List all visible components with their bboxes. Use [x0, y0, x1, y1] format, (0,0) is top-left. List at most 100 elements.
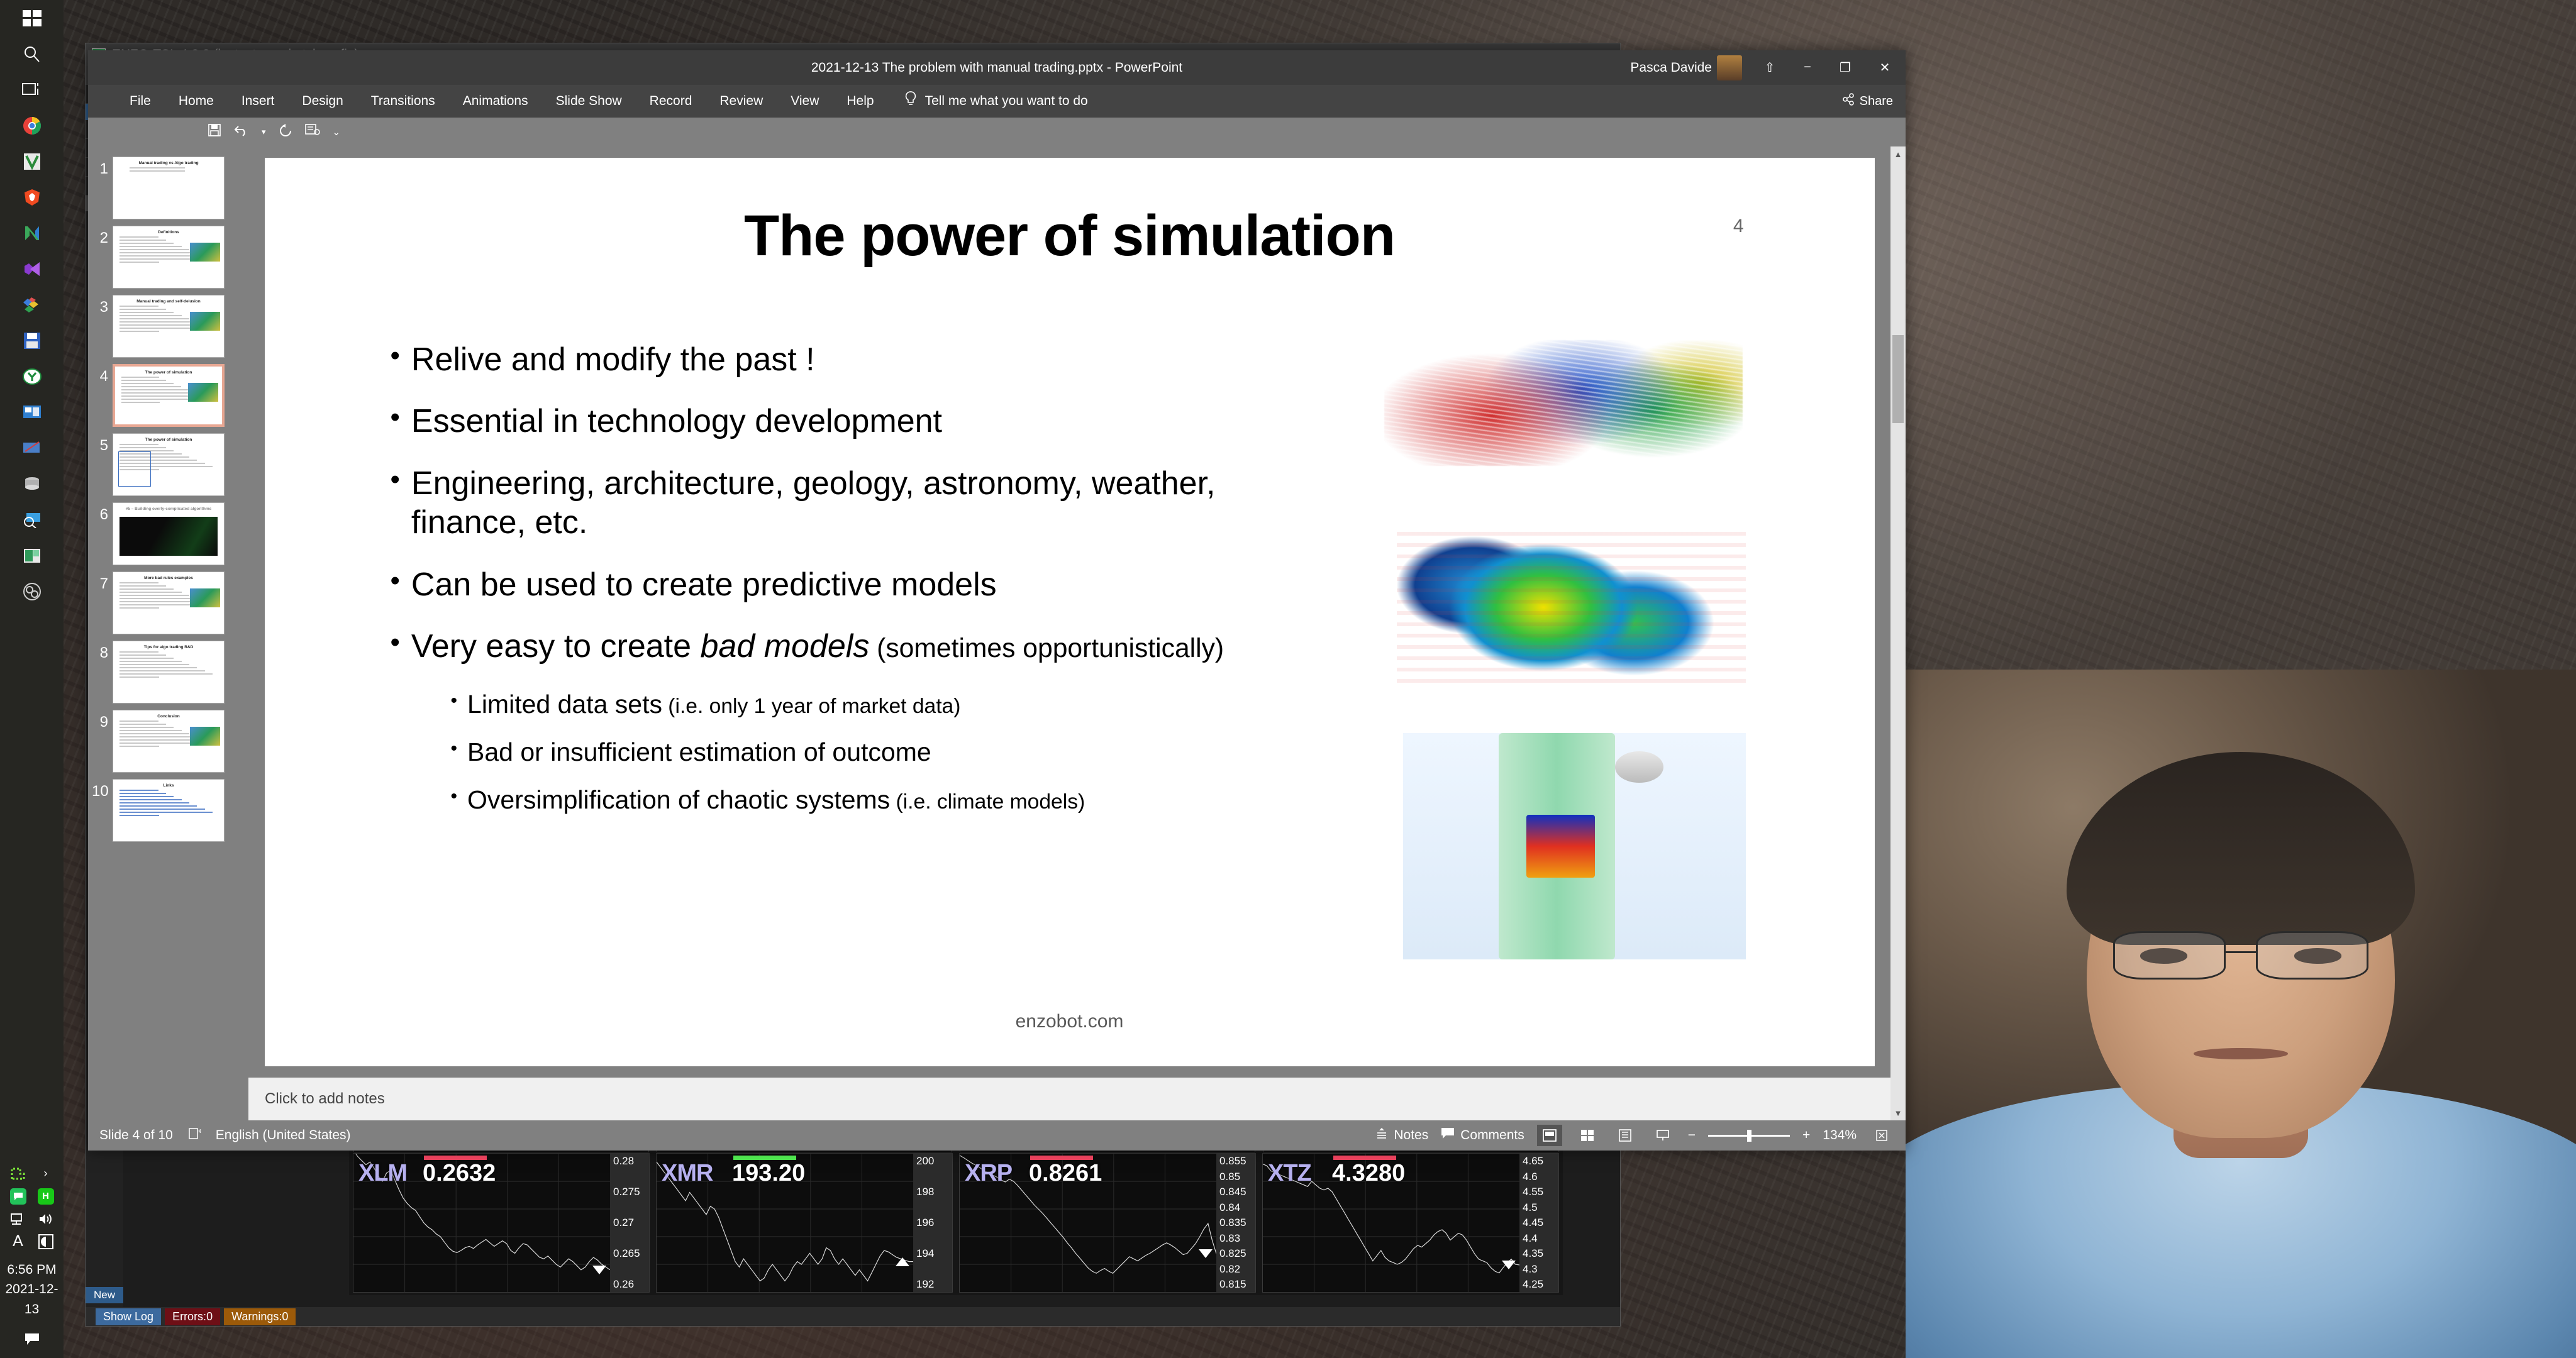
neovim-icon[interactable] [0, 215, 64, 251]
thumbnail-row[interactable]: 6 #5 – Building overly-complicated algori… [92, 502, 248, 565]
zoom-slider[interactable] [1708, 1129, 1790, 1142]
thumbnail-row[interactable]: 10 Links [92, 779, 248, 842]
account-name[interactable]: Pasca Davide [1630, 60, 1717, 75]
visual-studio-icon[interactable] [0, 251, 64, 287]
notes-button[interactable]: Notes [1375, 1127, 1428, 1144]
thumbnail-row[interactable]: 8 Tips for algo trading R&D [92, 641, 248, 704]
slideshow-icon[interactable] [1650, 1125, 1675, 1146]
slide-thumbnail-5[interactable]: The power of simulation [113, 433, 225, 496]
tab-insert[interactable]: Insert [228, 85, 289, 118]
avatar[interactable] [1717, 55, 1742, 80]
scroll-down-arrow-icon[interactable]: ▼ [1890, 1105, 1906, 1120]
paint-icon[interactable] [0, 287, 64, 323]
app-y-icon[interactable] [0, 358, 64, 394]
slide-thumbnail-3[interactable]: Manual trading and self-delusion [113, 295, 225, 358]
remote-desktop-icon[interactable] [0, 394, 64, 430]
save-icon[interactable] [208, 123, 221, 141]
zoom-level[interactable]: 134% [1823, 1128, 1857, 1143]
restore-button[interactable]: ❐ [1826, 50, 1864, 85]
tab-view[interactable]: View [777, 85, 833, 118]
tab-record[interactable]: Record [636, 85, 706, 118]
scrollbar-thumb[interactable] [1892, 335, 1904, 423]
thumbnail-row[interactable]: 4 The power of simulation [92, 364, 248, 427]
undo-icon[interactable] [234, 124, 249, 140]
thumbnail-row[interactable]: 7 More bad rules examples [92, 571, 248, 634]
tray-chat-icon[interactable] [6, 1186, 31, 1207]
close-button[interactable]: ✕ [1864, 50, 1906, 85]
warnings-badge[interactable]: Warnings:0 [224, 1308, 296, 1325]
thumbnail-row[interactable]: 9 Conclusion [92, 710, 248, 773]
tab-file[interactable]: File [116, 85, 165, 118]
slide-counter[interactable]: Slide 4 of 10 [99, 1128, 173, 1143]
obs-icon[interactable] [0, 573, 64, 609]
tab-home[interactable]: Home [165, 85, 228, 118]
tab-transitions[interactable]: Transitions [357, 85, 449, 118]
vim-icon[interactable] [0, 143, 64, 179]
database-icon[interactable] [0, 466, 64, 502]
ribbon-display-options-icon[interactable]: ⇧ [1751, 50, 1789, 85]
editor-icon[interactable] [0, 430, 64, 466]
powerpoint-icon[interactable] [0, 538, 64, 573]
search-icon[interactable] [0, 36, 64, 72]
slide-thumbnail-panel[interactable]: 1 Manual trading vs Algo trading 2 Definiti… [88, 146, 248, 1120]
current-slide[interactable]: 4 The power of simulation • Relive and mo… [264, 158, 1875, 1066]
tab-design[interactable]: Design [288, 85, 357, 118]
brave-icon[interactable] [0, 179, 64, 215]
ticker-xmr[interactable]: XMR193.2020019819619419215.2 [656, 1136, 953, 1293]
tray-h-icon[interactable]: H [33, 1186, 58, 1207]
slide-thumbnail-6[interactable]: #5 – Building overly-complicated algorit… [113, 502, 225, 565]
thumbnail-row[interactable]: 3 Manual trading and self-delusion [92, 295, 248, 358]
ticker-xtz[interactable]: XTZ 4.3280 4.65 4.6 4.55 4.5 4.45 4.4 4.35 4.3 4.2… [1262, 1136, 1559, 1293]
slide-thumbnail-2[interactable]: Definitions [113, 226, 225, 289]
slide-thumbnail-10[interactable]: Links [113, 779, 225, 842]
share-button[interactable]: Share [1842, 93, 1893, 109]
comments-button[interactable]: Comments [1441, 1127, 1524, 1144]
normal-view-icon[interactable] [1536, 1125, 1562, 1146]
magnifier-app-icon[interactable] [0, 502, 64, 538]
undo-dropdown-icon[interactable]: ▾ [262, 127, 266, 137]
tray-expand-icon[interactable]: › [33, 1163, 58, 1184]
slide-thumbnail-1[interactable]: Manual trading vs Algo trading [113, 157, 225, 219]
tray-volume-icon[interactable] [33, 1208, 58, 1230]
tab-animations[interactable]: Animations [449, 85, 542, 118]
slide-thumbnail-7[interactable]: More bad rules examples [113, 571, 225, 634]
notification-center-icon[interactable] [0, 1320, 64, 1358]
powerpoint-window[interactable]: 2021-12-13 The problem with manual tradi… [88, 50, 1906, 1151]
ticker-xrp[interactable]: XRP 0.8261 0.855 0.85 0.845 0.84 0.835 0.83 0.82… [959, 1136, 1256, 1293]
notes-pane[interactable]: Click to add notes [248, 1078, 1890, 1120]
show-log-button[interactable]: Show Log [96, 1308, 162, 1325]
fit-to-window-icon[interactable] [1869, 1125, 1894, 1146]
tray-network-icon[interactable] [6, 1208, 31, 1230]
tray-brightness-icon[interactable] [33, 1231, 58, 1252]
slide-thumbnail-9[interactable]: Conclusion [113, 710, 225, 773]
slide-vertical-scrollbar[interactable]: ▲ ▼ [1890, 146, 1906, 1120]
slide-thumbnail-8[interactable]: Tips for algo trading R&D [113, 641, 225, 704]
enzo-new-button[interactable]: New [86, 1287, 123, 1303]
start-presentation-icon[interactable] [304, 123, 320, 141]
tray-green-app-icon[interactable] [6, 1163, 31, 1184]
tell-me-search[interactable]: Tell me what you want to do [888, 91, 1088, 111]
windows-start-icon[interactable] [0, 0, 64, 36]
thumbnail-row[interactable]: 2 Definitions [92, 226, 248, 289]
zoom-out-button[interactable]: − [1688, 1128, 1696, 1143]
thumbnail-row[interactable]: 5 The power of simulation [92, 433, 248, 496]
zoom-slider-knob[interactable] [1747, 1129, 1752, 1142]
scroll-up-arrow-icon[interactable]: ▲ [1890, 146, 1906, 162]
accessibility-icon[interactable]: ✻ [188, 1127, 203, 1144]
minimize-button[interactable]: − [1789, 50, 1826, 85]
errors-badge[interactable]: Errors:0 [165, 1308, 221, 1325]
tab-review[interactable]: Review [706, 85, 777, 118]
save-app-icon[interactable] [0, 323, 64, 358]
ticker-xlm[interactable]: XLM0.26320.280.2750.270.2650.264.2 [353, 1136, 650, 1293]
slide-thumbnail-4[interactable]: The power of simulation [113, 364, 225, 427]
slide-sorter-icon[interactable] [1575, 1125, 1600, 1146]
tray-language-icon[interactable]: A [6, 1231, 31, 1252]
language-indicator[interactable]: English (United States) [216, 1128, 351, 1143]
thumbnail-row[interactable]: 1 Manual trading vs Algo trading [92, 157, 248, 219]
redo-icon[interactable] [279, 124, 292, 140]
powerpoint-titlebar[interactable]: 2021-12-13 The problem with manual tradi… [88, 50, 1906, 85]
zoom-in-button[interactable]: + [1802, 1128, 1810, 1143]
taskbar-clock[interactable]: 6:56 PM 2021-12-13 [0, 1256, 64, 1321]
tab-slide-show[interactable]: Slide Show [542, 85, 636, 118]
tab-help[interactable]: Help [833, 85, 887, 118]
